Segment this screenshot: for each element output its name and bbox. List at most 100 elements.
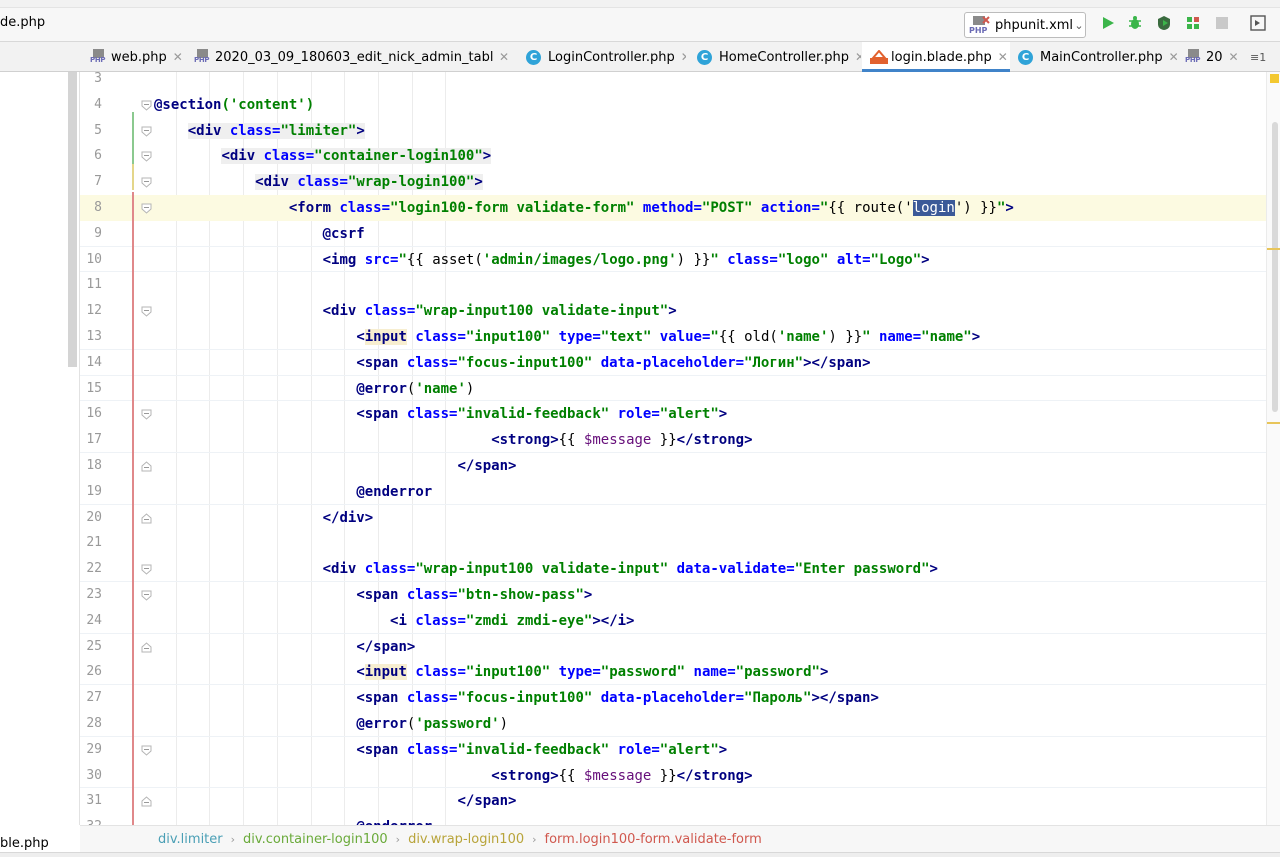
tab-overflow-menu[interactable]: ≡1 (1250, 42, 1280, 72)
run-configuration-select[interactable]: PHP phpunit.xml ⌄ (964, 12, 1086, 38)
tab-main-controller[interactable]: C MainController.php ✕ (1018, 42, 1184, 72)
warning-indicator-icon[interactable] (1270, 74, 1279, 83)
stop-icon[interactable] (1213, 14, 1231, 32)
code-token: data-placeholder= (592, 690, 745, 707)
code-line[interactable]: 6 <div class="container-login100"> (80, 143, 1266, 169)
code-line[interactable]: 20 </div> (80, 505, 1266, 531)
run-icon[interactable] (1099, 14, 1117, 32)
code-token: role= (609, 741, 660, 758)
code-line[interactable]: 16 <span class="invalid-feedback" role="a… (80, 401, 1266, 427)
fold-end-icon[interactable] (141, 641, 152, 653)
line-number: 30 (86, 767, 102, 783)
code-line[interactable]: 12 <div class="wrap-input100 validate-inp… (80, 298, 1266, 324)
code-token: "container-login100" (314, 148, 483, 165)
code-token: role= (609, 406, 660, 423)
project-file-item[interactable]: ble.php (0, 836, 49, 851)
tab-login-blade[interactable]: login.blade.php ✕ (862, 42, 1010, 72)
fold-open-icon[interactable] (141, 745, 152, 756)
code-token: }} (651, 767, 677, 784)
error-stripe[interactable] (1266, 72, 1280, 825)
fold-open-icon[interactable] (141, 177, 152, 188)
tab-migration-php[interactable]: PHP 2020_03_09_180603_edit_nick_admin_ta… (194, 42, 516, 72)
code-text: @enderror (356, 483, 432, 502)
code-token: "input100" (465, 329, 551, 345)
code-token: class= (406, 741, 458, 758)
code-line[interactable]: 17 <strong>{{ $message }}</strong> (80, 427, 1266, 453)
code-line[interactable]: 19 @enderror (80, 479, 1266, 505)
code-line[interactable]: 22 <div class="wrap-input100 validate-inp… (80, 556, 1266, 582)
code-line[interactable]: 9 @csrf (80, 221, 1266, 247)
fold-open-icon[interactable] (141, 100, 152, 111)
code-line[interactable]: 32@enderror (80, 814, 1266, 825)
tab-web-php[interactable]: PHP web.php ✕ (90, 42, 192, 72)
code-line[interactable]: 21 (80, 530, 1266, 556)
project-panel-scrollbar[interactable] (68, 72, 77, 367)
chevron-down-icon: ⌄ (1074, 18, 1084, 32)
code-line[interactable]: 11 (80, 272, 1266, 298)
close-icon[interactable]: ✕ (1229, 50, 1239, 64)
code-line[interactable]: 5 <div class="limiter"> (80, 118, 1266, 144)
code-line[interactable]: 14 <span class="focus-input100" data-plac… (80, 350, 1266, 376)
fold-open-icon[interactable] (141, 590, 152, 601)
code-token: > (921, 251, 930, 268)
code-token: 'name' (415, 380, 466, 397)
code-editor[interactable]: 3 4 @section('content') 5 <div class="limite… (80, 72, 1266, 825)
code-line[interactable]: 26 <input class="input100" type="password… (80, 659, 1266, 686)
code-token: "zmdi zmdi-eye" (465, 612, 593, 629)
close-icon[interactable]: ✕ (998, 50, 1008, 64)
warning-stripe-mark[interactable] (1267, 422, 1280, 424)
profile-icon[interactable] (1184, 14, 1202, 32)
code-line[interactable]: 15 @error('name') (80, 376, 1266, 402)
breadcrumb-item[interactable]: form.login100-form.validate-form (545, 832, 762, 847)
code-line[interactable]: 18 </span> (80, 453, 1266, 479)
close-icon[interactable]: ✕ (1169, 50, 1179, 64)
code-line[interactable]: 30 <strong>{{ $message }}</strong> (80, 763, 1266, 789)
code-token: input (364, 664, 407, 681)
code-line[interactable]: 3 (80, 72, 1266, 92)
fold-end-icon[interactable] (141, 796, 152, 807)
fold-open-icon[interactable] (141, 564, 152, 575)
code-line[interactable]: 4 @section('content') (80, 92, 1266, 118)
warning-stripe-mark[interactable] (1267, 248, 1280, 250)
fold-open-icon[interactable] (141, 126, 152, 137)
code-line[interactable]: 10 <img src="{{ asset('admin/images/logo.… (80, 247, 1266, 273)
line-number: 10 (86, 251, 102, 267)
close-icon[interactable]: ✕ (855, 50, 861, 64)
code-line[interactable]: 27 <span class="focus-input100" data-plac… (80, 685, 1266, 711)
window-file-title: de.php (0, 15, 46, 30)
code-line[interactable]: 8 <form class="login100-form validate-for… (80, 195, 1266, 221)
fold-open-icon[interactable] (141, 306, 152, 317)
code-line[interactable]: 13 <input class="input100" type="text" va… (80, 324, 1266, 350)
tab-home-controller[interactable]: C HomeController.php ✕ (697, 42, 861, 72)
line-number: 13 (86, 329, 102, 344)
code-line[interactable]: 24 <i class="zmdi zmdi-eye"></i> (80, 608, 1266, 634)
vcs-modified-marker (132, 164, 134, 190)
tab-migration-20[interactable]: PHP 20 ✕ (1185, 42, 1243, 72)
fold-end-icon[interactable] (141, 512, 152, 524)
breadcrumb-item[interactable]: div.wrap-login100 (408, 832, 524, 847)
code-text: <span class="focus-input100" data-placeh… (356, 354, 870, 373)
code-token: ></span> (803, 354, 871, 371)
code-line[interactable]: 23 <span class="btn-show-pass"> (80, 582, 1266, 608)
breadcrumb-item[interactable]: div.container-login100 (243, 832, 388, 847)
code-token: ') }} (954, 200, 997, 216)
code-line[interactable]: 7 <div class="wrap-login100"> (80, 169, 1266, 195)
tab-login-controller[interactable]: C LoginController.php ✕ (526, 42, 686, 72)
code-line[interactable]: 28 @error('password') (80, 711, 1266, 737)
debug-icon[interactable] (1126, 14, 1144, 32)
fold-open-icon[interactable] (141, 409, 152, 421)
close-icon[interactable]: ✕ (173, 50, 183, 64)
breadcrumb-item[interactable]: div.limiter (158, 832, 223, 847)
fold-end-icon[interactable] (141, 461, 152, 472)
code-line[interactable]: 25 </span> (80, 634, 1266, 660)
fold-open-icon[interactable] (141, 203, 152, 214)
close-icon[interactable]: ✕ (499, 50, 509, 64)
coverage-icon[interactable] (1155, 14, 1173, 32)
code-line[interactable]: 31 </span> (80, 788, 1266, 814)
close-icon[interactable]: ✕ (681, 50, 686, 64)
terminal-icon[interactable] (1249, 14, 1267, 32)
fold-open-icon[interactable] (141, 151, 152, 163)
code-line[interactable]: 29 <span class="invalid-feedback" role="a… (80, 737, 1266, 763)
editor-scrollbar[interactable] (1272, 122, 1278, 412)
tab-label: login.blade.php (891, 49, 992, 65)
